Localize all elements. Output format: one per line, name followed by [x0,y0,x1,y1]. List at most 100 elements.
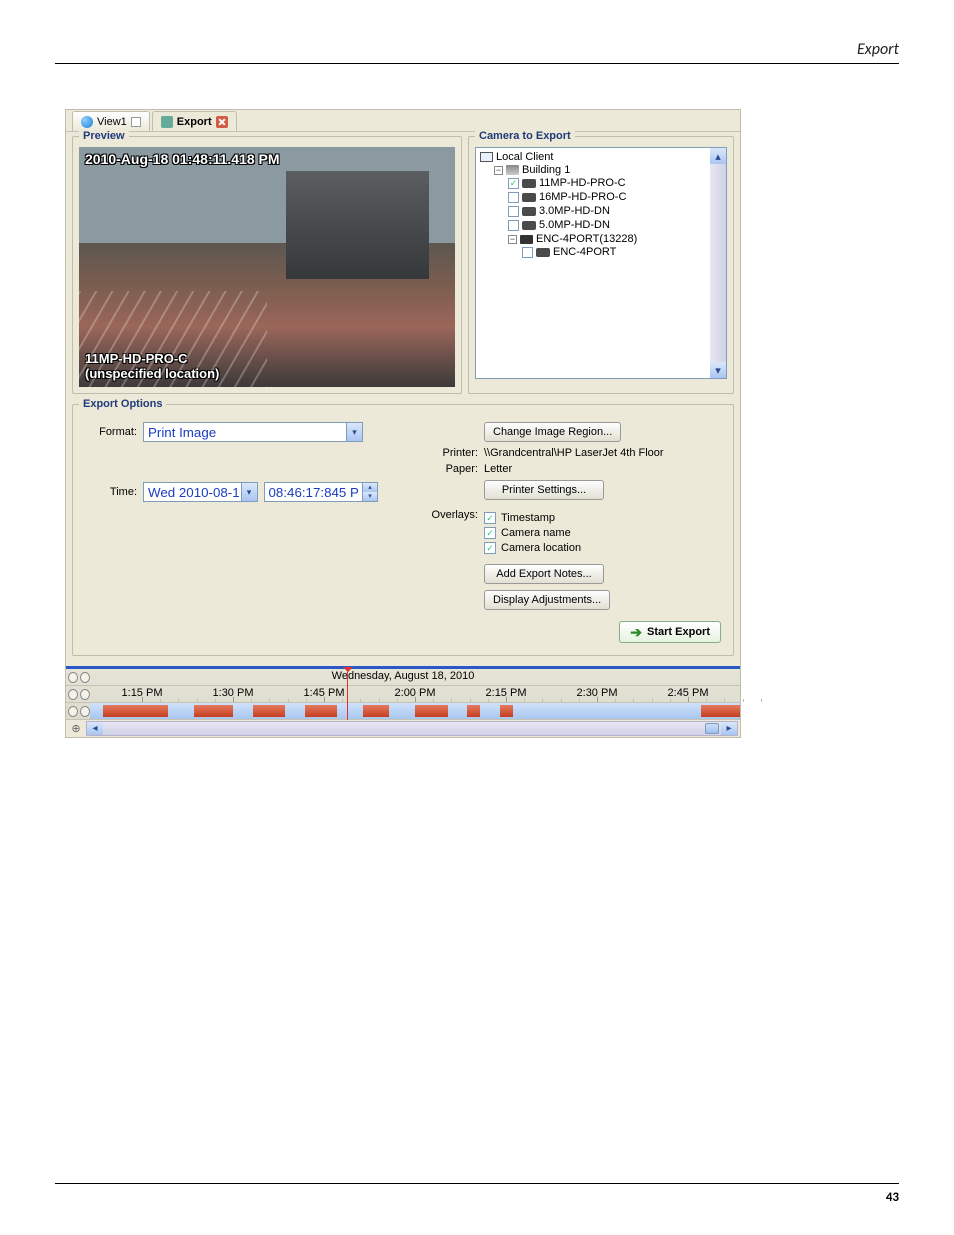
view-icon [81,116,93,128]
tree-camera[interactable]: 16MP-HD-PRO-C [508,191,724,203]
checkbox[interactable] [508,220,519,231]
osd-timestamp: 2010-Aug-18 01:48:11.418 PM [85,151,280,167]
printer-label: Printer: [428,447,484,459]
camera-icon [522,207,536,216]
tree-root-label: Local Client [496,151,553,163]
tree-camera[interactable]: 5.0MP-HD-DN [508,219,724,231]
tab-bar: View1 Export [66,110,740,132]
recording-segment[interactable] [415,705,448,717]
camera-icon [522,221,536,230]
scroll-thumb[interactable] [705,723,719,734]
camera-icon [522,179,536,188]
client-icon [480,152,493,162]
overlay-label: Camera name [501,527,571,539]
page-footer: 43 [55,1183,899,1205]
format-dropdown[interactable] [143,422,363,442]
recording-segment[interactable] [500,705,513,717]
overlay-checkbox[interactable]: ✓ [484,527,496,539]
recording-segment[interactable] [103,705,168,717]
tree-enc-child-label: ENC-4PORT [553,246,616,258]
change-image-region-button[interactable]: Change Image Region... [484,422,621,442]
collapse-icon[interactable]: − [508,235,517,244]
overlays-label: Overlays: [428,509,484,557]
chevron-down-icon[interactable]: ▾ [346,423,362,441]
checkbox[interactable] [522,247,533,258]
tree-camera[interactable]: 3.0MP-HD-DN [508,205,724,217]
tree-root[interactable]: Local Client [480,151,724,163]
overlay-checkbox[interactable]: ✓ [484,542,496,554]
start-export-button[interactable]: ➔ Start Export [619,621,721,643]
tree-camera-label: 16MP-HD-PRO-C [539,191,626,203]
device-icon [520,235,533,244]
export-icon [161,116,173,128]
osd-camera-name: 11MP-HD-PRO-C [85,352,219,366]
timeline-hscroll[interactable]: ◂ ▸ [86,721,738,736]
tab-thumb-icon [131,117,141,127]
camera-legend: Camera to Export [475,130,575,142]
page-header: Export [55,40,899,64]
preview-group: Preview 2010-Aug-18 01:48:11.418 PM 11MP… [72,136,462,394]
tree-camera-label: 5.0MP-HD-DN [539,219,610,231]
collapse-icon[interactable]: − [494,166,503,175]
checkbox[interactable] [508,206,519,217]
playhead[interactable] [347,669,348,720]
export-options-legend: Export Options [79,398,166,410]
time-field[interactable] [264,482,379,502]
timeline-controls-3[interactable] [66,706,90,717]
camera-icon [522,193,536,202]
server-icon [506,165,519,175]
recording-segment[interactable] [305,705,338,717]
preview-legend: Preview [79,130,129,142]
camera-to-export-group: Camera to Export Local Client − [468,136,734,394]
scroll-left-icon[interactable]: ◂ [87,722,103,735]
scroll-up-icon[interactable]: ▴ [710,148,726,164]
recording-segment[interactable] [467,705,480,717]
arrow-right-icon: ➔ [630,624,642,641]
timeline-controls-2[interactable] [66,689,90,700]
timeline[interactable]: Wednesday, August 18, 2010 1:15 PM1:30 P… [66,666,740,737]
tree-site-label: Building 1 [522,164,570,176]
printer-settings-button[interactable]: Printer Settings... [484,480,604,500]
printer-value: \\Grandcentral\HP LaserJet 4th Floor [484,447,664,459]
tab-export-label: Export [177,116,212,128]
tab-view1-label: View1 [97,116,127,128]
tree-site[interactable]: − Building 1 [494,164,724,176]
time-spinner[interactable]: ▴▾ [362,483,377,501]
recording-segment[interactable] [194,705,233,717]
recording-segment[interactable] [253,705,286,717]
checkbox[interactable]: ✓ [508,178,519,189]
paper-label: Paper: [428,463,484,475]
format-label: Format: [87,426,143,438]
camera-icon [536,248,550,257]
tree-camera[interactable]: ✓ 11MP-HD-PRO-C [508,177,724,189]
start-export-label: Start Export [647,626,710,638]
tree-enc-child[interactable]: ENC-4PORT [522,246,724,258]
zoom-icon[interactable]: ⊕ [68,722,84,735]
recording-segment[interactable] [363,705,389,717]
export-options-group: Export Options Format: ▾ T [72,404,734,656]
timeline-date-label: Wednesday, August 18, 2010 [332,670,475,682]
camera-tree[interactable]: Local Client − Building 1 ✓ 11MP-HD-PRO-C… [475,147,727,379]
tree-camera-label: 3.0MP-HD-DN [539,205,610,217]
tree-scrollbar[interactable]: ▴ ▾ [710,148,726,378]
timeline-recording-bar[interactable] [90,703,740,720]
overlay-checkbox[interactable]: ✓ [484,512,496,524]
tab-view1[interactable]: View1 [72,111,150,131]
checkbox[interactable] [508,192,519,203]
preview-image: 2010-Aug-18 01:48:11.418 PM 11MP-HD-PRO-… [79,147,455,387]
tab-export[interactable]: Export [152,111,237,131]
scroll-right-icon[interactable]: ▸ [721,722,737,735]
add-export-notes-button[interactable]: Add Export Notes... [484,564,604,584]
chevron-down-icon[interactable]: ▾ [241,483,257,501]
scroll-down-icon[interactable]: ▾ [710,362,726,378]
display-adjustments-button[interactable]: Display Adjustments... [484,590,610,610]
tree-camera-label: 11MP-HD-PRO-C [539,177,626,189]
tree-encoder[interactable]: − ENC-4PORT(13228) [508,233,724,245]
close-icon[interactable] [216,116,228,128]
recording-segment[interactable] [701,705,740,717]
app-window: View1 Export Preview 2010-Aug-18 01:48:1… [65,109,741,738]
tree-encoder-label: ENC-4PORT(13228) [536,233,637,245]
overlay-label: Camera location [501,542,581,554]
timeline-controls-1[interactable] [66,672,90,683]
overlay-label: Timestamp [501,512,555,524]
